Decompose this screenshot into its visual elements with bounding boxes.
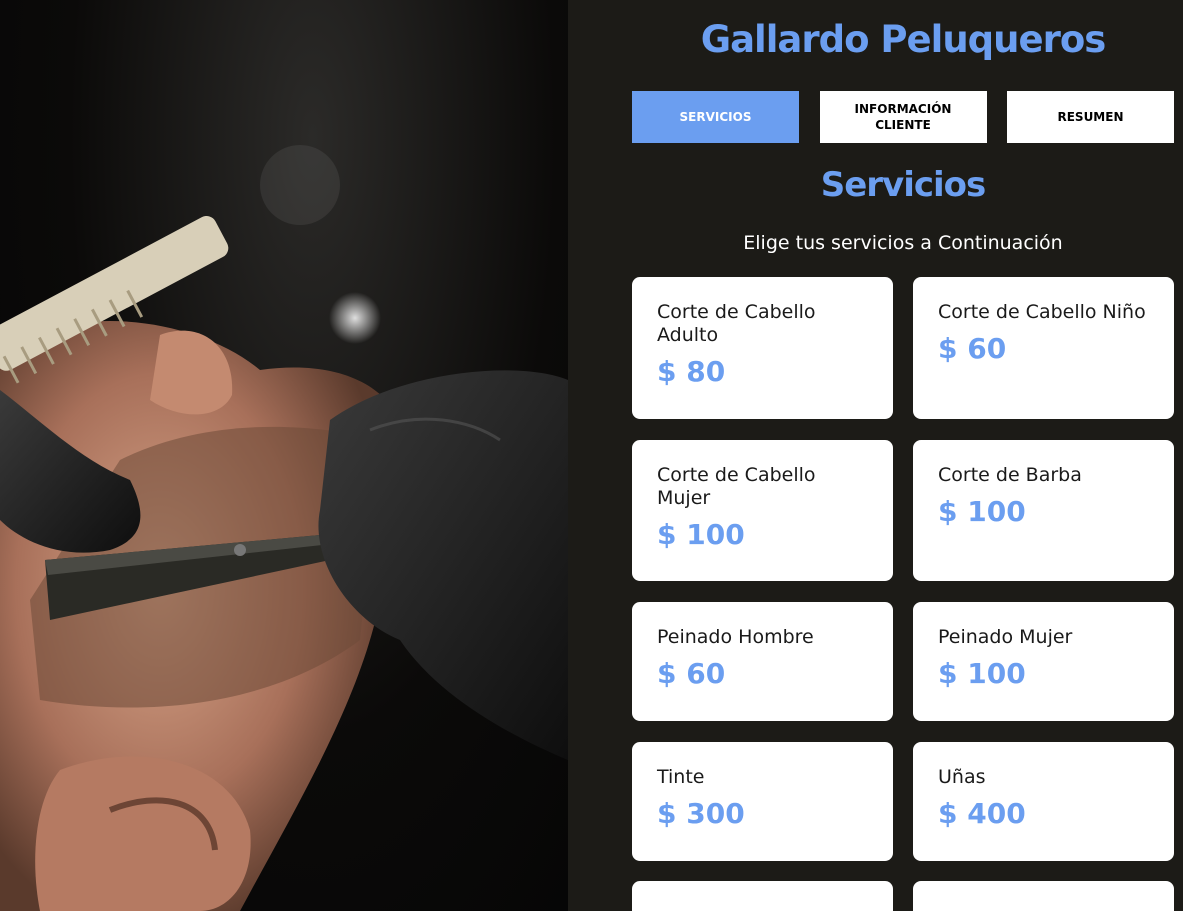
section-subtitle: Elige tus servicios a Continuación (743, 232, 1063, 254)
service-price: $ 80 (657, 355, 726, 388)
service-name: Corte de Barba (938, 464, 1082, 486)
tab-informacion-cliente[interactable]: Información Cliente (819, 91, 987, 143)
content-panel: Gallardo Peluqueros Servicios Informació… (568, 0, 1183, 911)
service-card[interactable] (632, 881, 893, 911)
service-price: $ 400 (938, 797, 1026, 830)
service-card[interactable]: Peinado Hombre $ 60 (632, 602, 893, 721)
service-price: $ 300 (657, 797, 745, 830)
hero-image (0, 0, 568, 911)
tab-servicios[interactable]: Servicios (632, 91, 799, 143)
barber-shaving-illustration (0, 145, 568, 911)
service-name: Corte de Cabello Mujer (657, 464, 816, 509)
service-card[interactable]: Tinte $ 300 (632, 742, 893, 861)
service-price: $ 100 (657, 518, 745, 551)
service-name: Corte de Cabello Niño (938, 301, 1146, 323)
tab-resumen[interactable]: Resumen (1007, 91, 1174, 143)
service-card[interactable]: Peinado Mujer $ 100 (913, 602, 1174, 721)
service-name: Corte de Cabello Adulto (657, 301, 816, 346)
service-name: Uñas (938, 766, 986, 788)
service-card[interactable]: Corte de Barba $ 100 (913, 440, 1174, 581)
service-card[interactable] (913, 881, 1174, 911)
service-price: $ 100 (938, 495, 1026, 528)
step-tabs: Servicios Información Cliente Resumen (632, 91, 1174, 143)
service-name: Peinado Mujer (938, 626, 1073, 648)
section-title: Servicios (820, 165, 987, 205)
service-card[interactable]: Corte de Cabello Niño $ 60 (913, 277, 1174, 419)
service-name: Peinado Hombre (657, 626, 814, 648)
service-card[interactable]: Corte de Cabello Adulto $ 80 (632, 277, 893, 419)
service-card[interactable]: Corte de Cabello Mujer $ 100 (632, 440, 893, 581)
service-card[interactable]: Uñas $ 400 (913, 742, 1174, 861)
service-price: $ 60 (938, 332, 1007, 365)
service-price: $ 100 (938, 657, 1026, 690)
app-page: Gallardo Peluqueros Servicios Informació… (0, 0, 1183, 911)
service-name: Tinte (657, 766, 705, 788)
brand-title: Gallardo Peluqueros (700, 18, 1107, 61)
service-price: $ 60 (657, 657, 726, 690)
